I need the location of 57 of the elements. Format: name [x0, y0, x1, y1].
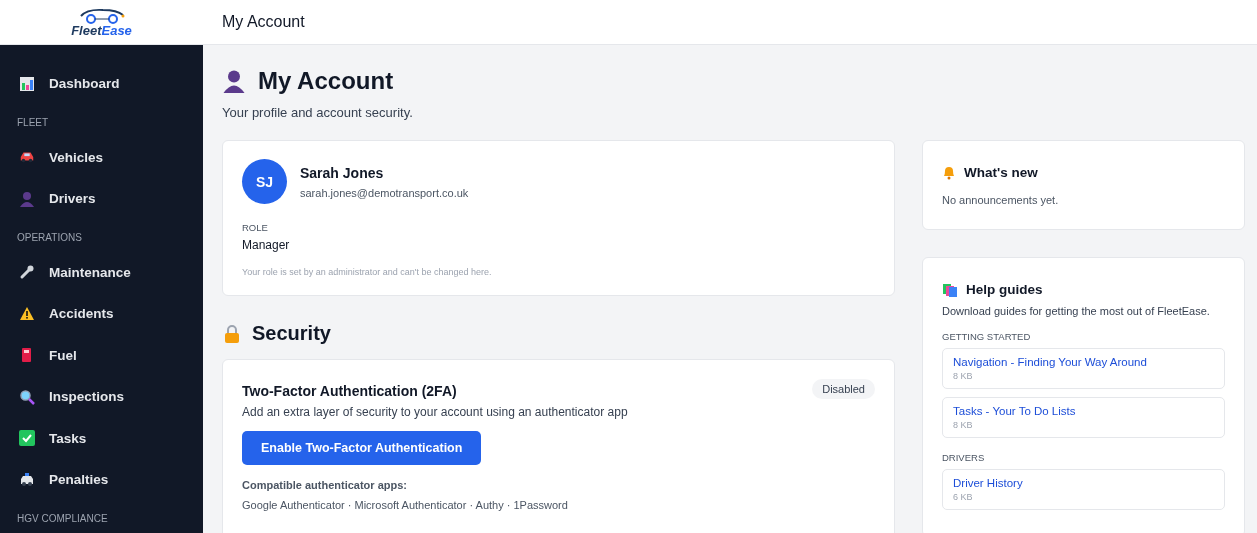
bar-chart-icon	[19, 75, 35, 92]
nav-section-label: OPERATIONS	[16, 231, 83, 245]
card-title: Two-Factor Authentication (2FA)	[242, 383, 457, 399]
header-title: My Account	[221, 12, 305, 32]
fuel-pump-icon	[20, 347, 34, 364]
warning-icon	[19, 306, 35, 322]
group-label: DRIVERS	[942, 452, 986, 463]
guide-title[interactable]: Tasks - Your To Do Lists	[953, 405, 1214, 417]
file-size: 6 KB	[953, 492, 974, 502]
page-title: My Account	[258, 67, 394, 95]
nav-section-label: FLEET	[16, 116, 50, 130]
enable-2fa-button[interactable]: Enable Two-Factor Authentication	[242, 431, 482, 465]
role-value: Manager	[242, 238, 291, 252]
apps-list: Google Authenticator · Microsoft Authenticator · Authy · 1Password	[242, 499, 875, 511]
guide-title[interactable]: Navigation - Finding Your Way Around	[953, 356, 1214, 368]
person-icon	[222, 69, 246, 93]
person-icon	[19, 190, 35, 207]
group-label: GETTING STARTED	[942, 331, 1032, 342]
status-badge: Disabled	[812, 379, 875, 399]
nav-item[interactable]: Maintenance	[0, 251, 203, 293]
wrench-icon	[19, 264, 35, 281]
avatar: SJ	[242, 159, 287, 204]
padlock-icon	[222, 323, 242, 344]
nav-section-label: HGV COMPLIANCE	[16, 512, 109, 526]
apps-label: Compatible authenticator apps:	[242, 479, 409, 491]
nav-item[interactable]: Fuel	[0, 334, 203, 376]
card-description: Download guides for getting the most out of FleetEase.	[942, 305, 1211, 317]
nav-item[interactable]: Vehicles	[0, 136, 203, 178]
page-subtitle: Your profile and account security.	[222, 105, 414, 120]
nav-item[interactable]: Penalties	[0, 459, 203, 501]
logo-text: FleetEase	[71, 23, 132, 37]
guide-link[interactable]: Tasks - Your To Do Lists 8 KB	[942, 397, 1225, 438]
checkmark-icon	[19, 430, 35, 447]
car-icon	[19, 150, 35, 165]
nav-item[interactable]: Tasks	[0, 417, 203, 459]
guide-link[interactable]: Driver History 6 KB	[942, 469, 1225, 510]
card-description: Add an extra layer of security to your account using an authenticator app	[242, 405, 629, 419]
file-size: 8 KB	[953, 371, 974, 381]
empty-message: No announcements yet.	[942, 194, 1060, 206]
nav-item[interactable]: Accidents	[0, 293, 203, 335]
search-icon	[19, 388, 35, 405]
nav-item[interactable]: Dashboard	[0, 63, 203, 105]
card-title: Help guides	[966, 282, 1043, 297]
books-icon	[942, 282, 958, 297]
nav-item[interactable]: Drivers	[0, 178, 203, 220]
file-size: 8 KB	[953, 420, 974, 430]
card-title: What's new	[964, 165, 1038, 180]
role-note: Your role is set by an administrator and can't be changed here.	[242, 267, 493, 277]
nav-item[interactable]: Inspections	[0, 376, 203, 418]
bell-icon	[942, 165, 956, 180]
section-title: Security	[252, 322, 331, 345]
user-name: Sarah Jones	[300, 164, 385, 181]
guide-title[interactable]: Driver History	[953, 477, 1214, 489]
guide-link[interactable]: Navigation - Finding Your Way Around 8 KB	[942, 348, 1225, 389]
role-label: ROLE	[242, 222, 269, 233]
user-email: sarah.jones@demotransport.co.uk	[300, 186, 469, 199]
police-car-icon	[19, 472, 35, 487]
